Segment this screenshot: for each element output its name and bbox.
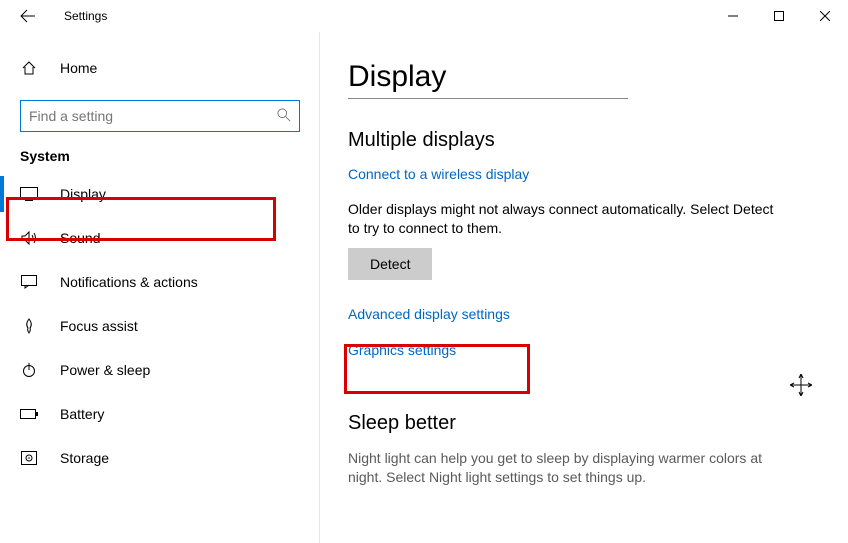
sidebar-item-storage[interactable]: Storage [0, 436, 319, 480]
sidebar: Home System Display Sound [0, 32, 320, 543]
link-graphics-settings[interactable]: Graphics settings [348, 342, 456, 358]
sidebar-item-power-sleep[interactable]: Power & sleep [0, 348, 319, 392]
sidebar-item-label: Focus assist [60, 318, 138, 334]
heading-sleep-better: Sleep better [348, 412, 820, 435]
sidebar-item-label: Storage [60, 450, 109, 466]
sleep-description: Night light can help you get to sleep by… [348, 449, 788, 487]
sidebar-item-label: Notifications & actions [60, 274, 198, 290]
sidebar-item-label: Power & sleep [60, 362, 150, 378]
move-cursor-icon [790, 374, 812, 399]
detect-button[interactable]: Detect [348, 248, 432, 280]
window-controls [710, 0, 848, 32]
sidebar-item-battery[interactable]: Battery [0, 392, 319, 436]
display-icon [20, 185, 38, 203]
sidebar-item-notifications[interactable]: Notifications & actions [0, 260, 319, 304]
maximize-button[interactable] [756, 0, 802, 32]
close-button[interactable] [802, 0, 848, 32]
window-title: Settings [64, 9, 107, 23]
titlebar: Settings [0, 0, 848, 32]
storage-icon [20, 449, 38, 467]
sidebar-item-display[interactable]: Display [0, 172, 319, 216]
sidebar-item-label: Battery [60, 406, 104, 422]
minimize-button[interactable] [710, 0, 756, 32]
sidebar-section-system: System [0, 148, 319, 164]
sidebar-item-label: Sound [60, 230, 100, 246]
page-title: Display [348, 60, 820, 94]
home-icon [20, 59, 38, 77]
sidebar-home-label: Home [60, 60, 97, 76]
power-icon [20, 361, 38, 379]
back-button[interactable] [8, 0, 48, 32]
link-advanced-display[interactable]: Advanced display settings [348, 306, 510, 322]
close-icon [820, 11, 830, 21]
heading-multiple-displays: Multiple displays [348, 129, 820, 152]
link-connect-wireless[interactable]: Connect to a wireless display [348, 166, 529, 182]
sidebar-item-focus-assist[interactable]: Focus assist [0, 304, 319, 348]
arrow-left-icon [20, 8, 36, 24]
sidebar-item-sound[interactable]: Sound [0, 216, 319, 260]
minimize-icon [728, 11, 738, 21]
search-icon [277, 108, 291, 125]
sound-icon [20, 229, 38, 247]
main-content: Display Multiple displays Connect to a w… [320, 32, 848, 543]
search-input[interactable] [29, 108, 269, 124]
battery-icon [20, 405, 38, 423]
sidebar-item-label: Display [60, 186, 106, 202]
sidebar-home[interactable]: Home [0, 48, 319, 88]
title-underline [348, 98, 628, 99]
detect-description: Older displays might not always connect … [348, 200, 778, 238]
maximize-icon [774, 11, 784, 21]
search-box[interactable] [20, 100, 300, 132]
focus-assist-icon [20, 317, 38, 335]
notifications-icon [20, 273, 38, 291]
